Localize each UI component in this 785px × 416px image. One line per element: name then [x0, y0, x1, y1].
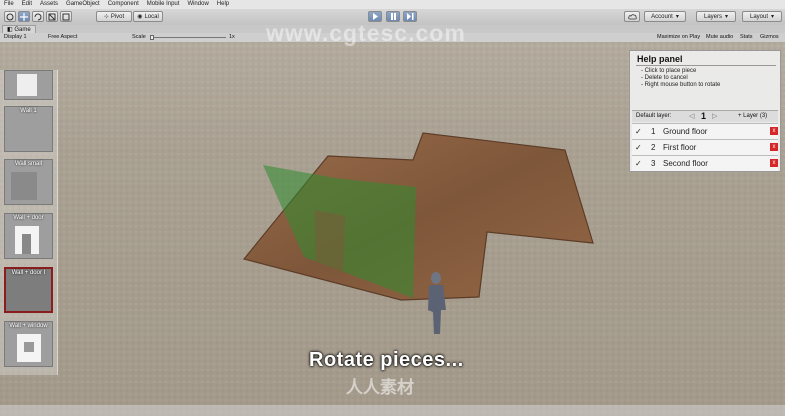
- rotate-tool-button[interactable]: [32, 11, 44, 22]
- layers-label: Layers: [703, 13, 722, 20]
- rotate-icon: [34, 13, 42, 20]
- piece-item[interactable]: [4, 70, 53, 100]
- add-layer-button[interactable]: + Layer (3): [738, 113, 767, 119]
- move-icon: [20, 12, 28, 21]
- checkmark-icon[interactable]: ✓: [635, 127, 642, 136]
- gizmos-dropdown[interactable]: Gizmos: [760, 33, 779, 42]
- menu-component[interactable]: Component: [108, 0, 139, 9]
- hand-tool-button[interactable]: [4, 11, 16, 22]
- piece-item[interactable]: Wall + window: [4, 321, 53, 367]
- checkmark-icon[interactable]: ✓: [635, 143, 642, 152]
- layer-row: ✓ 1 Ground floor x: [632, 123, 778, 139]
- help-line: - Click to place piece: [641, 68, 697, 74]
- pivot-icon: ⊹: [103, 14, 109, 20]
- rect-tool-button[interactable]: [60, 11, 72, 22]
- scale-value: 1x: [229, 34, 235, 40]
- default-layer-label: Default layer:: [636, 113, 672, 119]
- scale-label: Scale: [132, 34, 146, 40]
- layer-row: ✓ 2 First floor x: [632, 139, 778, 155]
- layer-index: 1: [651, 127, 656, 136]
- pivot-label: Pivot: [110, 13, 125, 20]
- ghost-door-opening: [315, 210, 345, 277]
- mute-audio-toggle[interactable]: Mute audio: [706, 33, 733, 42]
- menu-edit[interactable]: Edit: [22, 0, 32, 9]
- chevron-down-icon: ▾: [725, 14, 729, 20]
- scale-slider-handle[interactable]: [150, 35, 154, 40]
- step-icon: [406, 13, 413, 20]
- piece-label: Wall + door: [13, 215, 44, 221]
- menu-file[interactable]: File: [4, 0, 14, 9]
- help-panel: Help panel - Click to place piece - Dele…: [629, 50, 781, 172]
- piece-item[interactable]: Wall small: [4, 159, 53, 205]
- piece-preview: [17, 74, 37, 96]
- hand-icon: [6, 13, 14, 20]
- checkmark-icon[interactable]: ✓: [635, 159, 642, 168]
- account-label: Account: [651, 13, 673, 20]
- chevron-down-icon: ▾: [771, 14, 775, 20]
- layout-dropdown[interactable]: Layout ▾: [742, 11, 782, 22]
- menu-window[interactable]: Window: [187, 0, 208, 9]
- layer-index: 2: [651, 143, 656, 152]
- move-tool-button[interactable]: [18, 11, 30, 22]
- chevron-right-icon[interactable]: ▷: [712, 112, 717, 120]
- layer-name: First floor: [663, 143, 697, 152]
- aspect-dropdown[interactable]: Free Aspect: [48, 33, 77, 42]
- remove-layer-button[interactable]: x: [770, 127, 778, 135]
- help-line: - Delete to cancel: [641, 75, 688, 81]
- local-toggle[interactable]: ◉ Local: [133, 11, 163, 22]
- help-panel-title: Help panel: [637, 54, 683, 64]
- default-layer-bar: Default layer: ◁ 1 ▷ + Layer (3): [632, 110, 778, 122]
- menu-gameobject[interactable]: GameObject: [66, 0, 100, 9]
- pivot-toggle[interactable]: ⊹ Pivot: [96, 11, 132, 22]
- piece-label: Wall small: [14, 161, 43, 167]
- scale-tool-button[interactable]: [46, 11, 58, 22]
- piece-sidebar: Wall 1 Wall small Wall + door Wall + doo…: [0, 70, 58, 375]
- scale-icon: [48, 13, 56, 20]
- help-line: - Right mouse button to rotate: [641, 82, 721, 88]
- play-icon: [372, 13, 378, 20]
- cloud-icon: [627, 13, 637, 19]
- layout-label: Layout: [749, 13, 768, 20]
- stats-toggle[interactable]: Stats: [740, 33, 753, 42]
- menu-mobile-input[interactable]: Mobile Input: [147, 0, 180, 9]
- piece-label: Wall + window: [9, 323, 48, 329]
- globe-icon: ◉: [137, 14, 143, 20]
- chevron-down-icon: ▾: [675, 14, 679, 20]
- default-layer-value: 1: [701, 111, 707, 121]
- piece-item-selected[interactable]: Wall + door I: [4, 267, 53, 313]
- cloud-button[interactable]: [624, 11, 640, 22]
- piece-preview: [15, 226, 39, 254]
- rect-icon: [62, 13, 70, 20]
- layer-name: Second floor: [663, 159, 708, 168]
- remove-layer-button[interactable]: x: [770, 159, 778, 167]
- layer-name: Ground floor: [663, 127, 708, 136]
- display-dropdown[interactable]: Display 1: [4, 33, 27, 42]
- menu-bar: File Edit Assets GameObject Component Mo…: [0, 0, 785, 9]
- account-dropdown[interactable]: Account ▾: [644, 11, 686, 22]
- scale-slider-track[interactable]: [150, 37, 226, 38]
- chevron-left-icon[interactable]: ◁: [689, 112, 694, 120]
- remove-layer-button[interactable]: x: [770, 143, 778, 151]
- layer-row: ✓ 3 Second floor x: [632, 155, 778, 171]
- piece-label: Wall + door I: [11, 270, 46, 276]
- watermark-logo-text: 人人素材: [346, 378, 414, 397]
- piece-item[interactable]: Wall + door: [4, 213, 53, 259]
- help-divider: [636, 65, 776, 66]
- bottom-status-strip: [0, 405, 785, 416]
- piece-preview: [17, 334, 41, 362]
- pause-icon: [390, 13, 396, 20]
- piece-label: Wall 1: [20, 108, 37, 114]
- piece-item[interactable]: Wall 1: [4, 106, 53, 152]
- menu-help[interactable]: Help: [217, 0, 229, 9]
- watermark-url: www.cgtesc.com: [266, 20, 466, 46]
- video-caption: Rotate pieces...: [309, 349, 464, 371]
- layers-dropdown[interactable]: Layers ▾: [696, 11, 736, 22]
- layer-index: 3: [651, 159, 656, 168]
- menu-assets[interactable]: Assets: [40, 0, 58, 9]
- maximize-on-play-toggle[interactable]: Maximize on Play: [657, 33, 700, 42]
- piece-preview: [11, 172, 37, 200]
- local-label: Local: [144, 13, 159, 20]
